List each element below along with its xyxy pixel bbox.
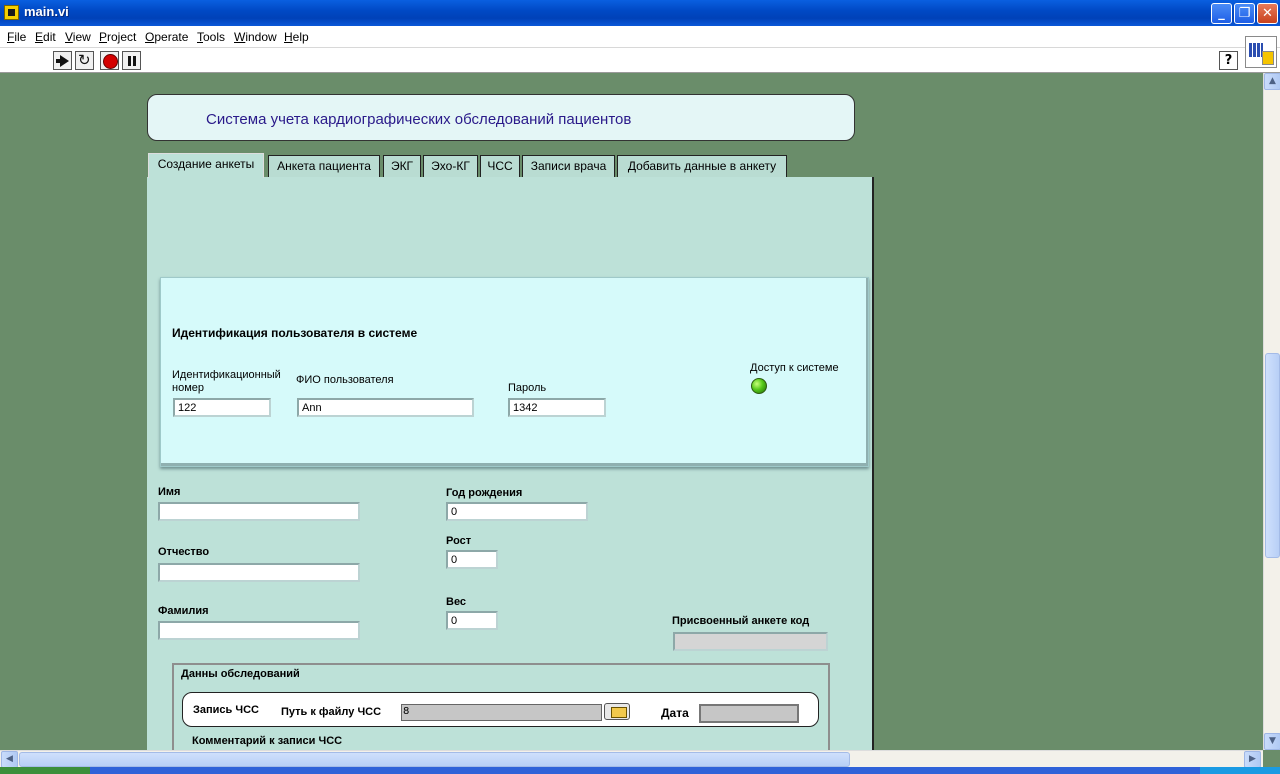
patronymic-field[interactable] bbox=[158, 563, 360, 582]
id-field[interactable]: 122 bbox=[173, 398, 271, 417]
hr-path-field[interactable]: 8 bbox=[401, 704, 602, 721]
hr-comment-label: Комментарий к записи ЧСС bbox=[192, 735, 343, 747]
menu-bar: File Edit View Project Operate Tools Win… bbox=[0, 26, 1280, 48]
scroll-left-icon[interactable]: ◀ bbox=[1, 751, 18, 768]
identification-heading: Идентификация пользователя в системе bbox=[172, 326, 418, 340]
user-name-field[interactable]: Ann bbox=[297, 398, 474, 417]
menu-window[interactable]: Window bbox=[234, 30, 277, 44]
abort-execution-icon[interactable] bbox=[100, 51, 119, 70]
scroll-down-icon[interactable]: ▼ bbox=[1264, 733, 1280, 750]
height-label: Рост bbox=[446, 535, 472, 547]
tab-heart-rate[interactable]: ЧСС bbox=[480, 155, 520, 177]
birth-year-field[interactable]: 0 bbox=[446, 502, 588, 521]
weight-field[interactable]: 0 bbox=[446, 611, 498, 630]
password-field[interactable]: 1342 bbox=[508, 398, 606, 417]
scroll-up-icon[interactable]: ▲ bbox=[1264, 73, 1280, 90]
menu-edit[interactable]: Edit bbox=[35, 30, 56, 44]
first-name-field[interactable] bbox=[158, 502, 360, 521]
menu-project[interactable]: Project bbox=[99, 30, 136, 44]
last-name-field[interactable] bbox=[158, 621, 360, 640]
hr-record-label: Запись ЧСС bbox=[193, 704, 259, 716]
toolbar: ? bbox=[0, 48, 1280, 73]
tab-create-form[interactable]: Создание анкеты bbox=[148, 153, 264, 178]
hr-record-row: Запись ЧСС Путь к файлу ЧСС 8 Дата bbox=[182, 692, 819, 727]
last-name-label: Фамилия bbox=[158, 605, 209, 617]
first-name-label: Имя bbox=[158, 486, 181, 498]
form-code-field bbox=[673, 632, 828, 651]
run-continuously-icon[interactable] bbox=[75, 51, 94, 70]
path-glyph: 8 bbox=[403, 706, 410, 717]
header-box: Система учета кардиографических обследов… bbox=[147, 94, 855, 141]
height-field[interactable]: 0 bbox=[446, 550, 498, 569]
restore-button[interactable]: ❐ bbox=[1234, 3, 1255, 24]
weight-label: Вес bbox=[446, 596, 467, 608]
labview-vi-icon bbox=[4, 5, 19, 20]
menu-tools[interactable]: Tools bbox=[197, 30, 225, 44]
window-title: main.vi bbox=[24, 4, 69, 19]
run-arrow-icon[interactable] bbox=[53, 51, 72, 70]
tab-add-data[interactable]: Добавить данные в анкету bbox=[617, 155, 787, 177]
password-label: Пароль bbox=[508, 382, 547, 394]
form-code-label: Присвоенный анкете код bbox=[672, 615, 810, 627]
scroll-right-icon[interactable]: ▶ bbox=[1244, 751, 1261, 768]
pause-icon[interactable] bbox=[122, 51, 141, 70]
tab-patient-form[interactable]: Анкета пациента bbox=[268, 155, 380, 177]
id-label: Идентификационный номер bbox=[172, 369, 281, 394]
page-title: Система учета кардиографических обследов… bbox=[206, 111, 632, 128]
exams-heading: Данны обследований bbox=[181, 668, 300, 680]
user-name-label: ФИО пользователя bbox=[296, 374, 394, 386]
horizontal-scrollbar[interactable]: ◀ ▶ bbox=[0, 750, 1263, 768]
tab-doctor-notes[interactable]: Записи врача bbox=[522, 155, 615, 177]
browse-folder-icon[interactable] bbox=[604, 703, 630, 720]
tab-echo[interactable]: Эхо-КГ bbox=[423, 155, 478, 177]
menu-help[interactable]: Help bbox=[284, 30, 309, 44]
identification-panel: Идентификация пользователя в системе Иде… bbox=[160, 277, 869, 467]
exams-panel: Данны обследований Запись ЧСС Путь к фай… bbox=[172, 663, 830, 753]
vertical-scroll-thumb[interactable] bbox=[1265, 353, 1280, 558]
title-bar: main.vi _ ❐ ✕ bbox=[0, 0, 1280, 26]
access-label: Доступ к системе bbox=[750, 362, 839, 374]
vertical-scrollbar[interactable]: ▲ ▼ bbox=[1263, 73, 1280, 750]
taskbar-strip bbox=[0, 767, 1280, 774]
access-indicator-led bbox=[751, 378, 767, 394]
menu-operate[interactable]: Operate bbox=[145, 30, 188, 44]
menu-file[interactable]: File bbox=[7, 30, 26, 44]
patronymic-label: Отчество bbox=[158, 546, 210, 558]
tab-ecg[interactable]: ЭКГ bbox=[383, 155, 421, 177]
minimize-button[interactable]: _ bbox=[1211, 3, 1232, 24]
horizontal-scroll-thumb[interactable] bbox=[19, 752, 850, 767]
birth-year-label: Год рождения bbox=[446, 487, 523, 499]
hr-path-label: Путь к файлу ЧСС bbox=[281, 706, 382, 718]
date-field[interactable] bbox=[699, 704, 799, 723]
date-label: Дата bbox=[661, 706, 689, 720]
close-button[interactable]: ✕ bbox=[1257, 3, 1278, 24]
context-help-icon[interactable]: ? bbox=[1219, 51, 1238, 70]
vi-connector-icon bbox=[1245, 36, 1277, 68]
menu-view[interactable]: View bbox=[65, 30, 91, 44]
